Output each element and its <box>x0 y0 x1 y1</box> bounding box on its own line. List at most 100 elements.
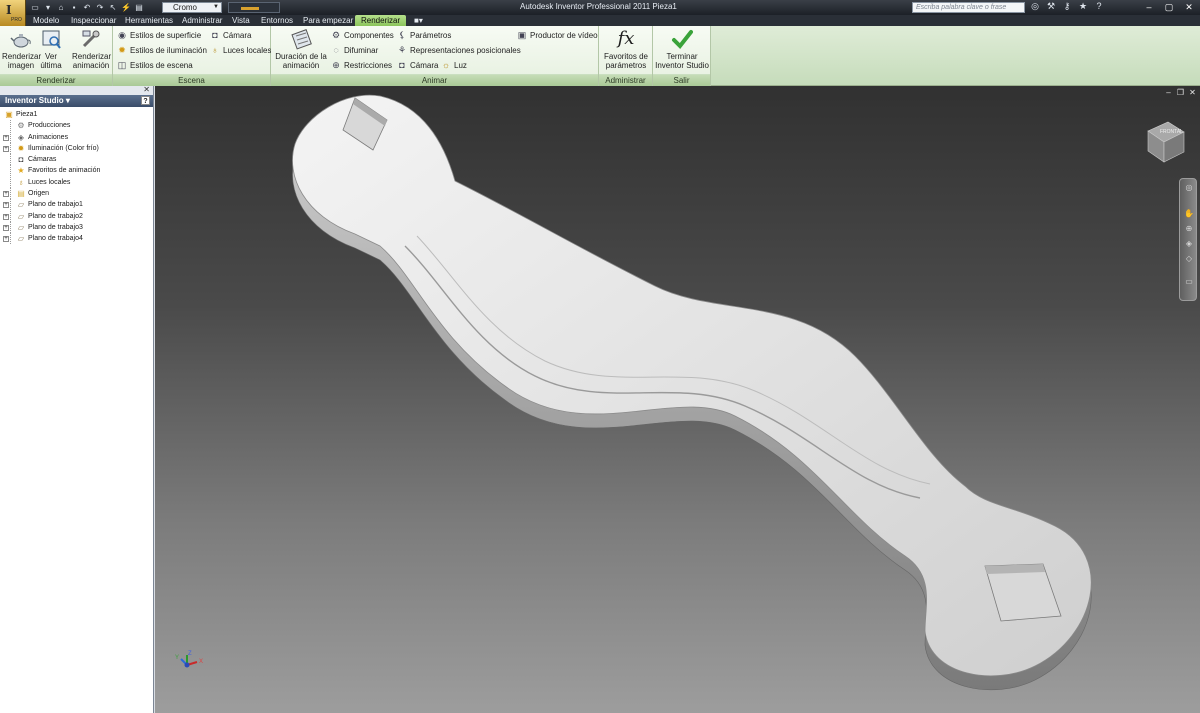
fade-label: Difuminar <box>344 46 379 55</box>
render-animation-button[interactable]: Renderizar animación <box>72 28 112 70</box>
minimize-icon[interactable]: – <box>1140 1 1158 13</box>
surface-styles-label: Estilos de superficie <box>130 31 202 40</box>
tab-inspeccionar[interactable]: Inspeccionar <box>71 15 116 26</box>
expand-toggle[interactable]: + <box>3 145 9 152</box>
look-icon[interactable]: ◇ <box>1183 254 1195 263</box>
star-icon[interactable]: ★ <box>1078 1 1088 13</box>
browser-item-label: Origen <box>28 190 50 198</box>
camera-label: Cámara <box>223 31 252 40</box>
animate-camera-button[interactable]: ◘ Cámara <box>397 60 438 71</box>
positional-reps-icon: ⚘ <box>397 45 407 55</box>
browser-item-label: Plano de trabajo3 <box>28 223 83 231</box>
tree-connector <box>10 199 11 211</box>
close-icon[interactable]: ✕ <box>143 85 150 94</box>
browser-item[interactable]: + ◈ Animaciones <box>0 131 153 143</box>
browser-help-button[interactable]: ? <box>141 96 150 105</box>
finish-studio-button[interactable]: Terminar Inventor Studio <box>654 28 710 70</box>
constraints-button[interactable]: ⊕ Restricciones <box>331 60 392 71</box>
local-lights-label: Luces locales <box>223 46 272 55</box>
panel-renderizar: Renderizar imagen Ver última Renderizar … <box>0 26 113 86</box>
fx-icon: fx <box>617 28 635 49</box>
expand-toggle[interactable]: + <box>3 134 9 141</box>
panel-title-renderizar: Renderizar <box>0 75 112 86</box>
viewcube[interactable]: FRONTAL <box>1138 116 1188 166</box>
tab-entornos[interactable]: Entornos <box>261 15 293 26</box>
surface-styles-button[interactable]: ◉ Estilos de superficie <box>117 30 201 41</box>
steering-wheel-icon[interactable]: ◎ <box>1183 183 1195 192</box>
triad-x-label: X <box>199 659 203 665</box>
bulb-icon: ♁ <box>211 45 219 55</box>
animation-duration-button[interactable]: Duración de la animación <box>273 28 329 70</box>
scene-styles-button[interactable]: ◫ Estilos de escena <box>117 60 193 71</box>
tools-icon[interactable]: ⚒ <box>1046 1 1056 13</box>
orbit-icon[interactable]: ◈ <box>1183 239 1195 248</box>
browser-item[interactable]: ◘ Cámaras <box>0 154 153 166</box>
redo-icon[interactable]: ↷ <box>95 3 105 13</box>
help-icon[interactable]: ? <box>1094 1 1104 13</box>
expand-toggle[interactable]: + <box>3 202 9 209</box>
browser-item[interactable]: ★ Favoritos de animación <box>0 165 153 177</box>
sheet-icon[interactable]: ▤ <box>134 3 144 13</box>
update-icon[interactable]: ⚡ <box>121 3 131 13</box>
tab-para-empezar[interactable]: Para empezar <box>303 15 353 26</box>
lighting-styles-button[interactable]: ✹ Estilos de iluminación <box>117 45 207 56</box>
open-folder-icon[interactable]: ⌂ <box>56 3 66 13</box>
tab-modelo[interactable]: Modelo <box>33 15 59 26</box>
positional-reps-button[interactable]: ⚘ Representaciones posicionales <box>397 45 521 56</box>
color-combo[interactable] <box>228 2 280 13</box>
fade-button[interactable]: ◌ Difuminar <box>331 45 378 56</box>
components-button[interactable]: ⚙ Componentes <box>331 30 394 41</box>
wrench-model[interactable] <box>155 86 1200 713</box>
undo-icon[interactable]: ↶ <box>82 3 92 13</box>
new-icon[interactable]: ▭ <box>30 3 40 13</box>
tree-connector <box>10 176 11 188</box>
browser-header[interactable]: Inventor Studio ▾ ? <box>0 95 153 107</box>
search-input[interactable]: Escriba palabra clave o frase <box>912 2 1025 13</box>
browser-item[interactable]: + ▤ Origen <box>0 188 153 200</box>
view-last-button[interactable]: Ver última <box>35 28 67 70</box>
maximize-icon[interactable]: ▢ <box>1160 1 1178 13</box>
close-icon[interactable]: ✕ <box>1180 1 1198 13</box>
expand-toggle[interactable]: + <box>3 236 9 243</box>
open-icon[interactable]: ▾ <box>43 3 53 13</box>
favorite-parameters-button[interactable]: fx Favoritos de parámetros <box>600 28 652 70</box>
local-lights-button[interactable]: ♁ Luces locales <box>210 45 272 56</box>
bulb-icon: ☼ <box>441 60 451 70</box>
browser-item[interactable]: ▣ Pieza1 <box>0 109 153 120</box>
browser-item[interactable]: + ✹ Iluminación (Color frío) <box>0 142 153 154</box>
browser-item[interactable]: + ▱ Plano de trabajo4 <box>0 233 153 245</box>
components-icon: ⚙ <box>331 30 341 40</box>
browser-item[interactable]: ♁ Luces locales <box>0 176 153 188</box>
select-icon[interactable]: ↖ <box>108 3 118 13</box>
camera-button[interactable]: ◘ Cámara <box>210 30 251 41</box>
binoculars-icon[interactable]: ◎ <box>1030 1 1040 13</box>
tab-administrar[interactable]: Administrar <box>182 15 222 26</box>
parameters-button[interactable]: ⚸ Parámetros <box>397 30 452 41</box>
browser-item[interactable]: + ▱ Plano de trabajo2 <box>0 210 153 222</box>
zoom-icon[interactable]: ⊕ <box>1183 224 1195 233</box>
expand-toggle[interactable]: + <box>3 224 9 231</box>
browser-item[interactable]: + ▱ Plano de trabajo3 <box>0 221 153 233</box>
triad-z-label: Z <box>188 651 192 657</box>
render-animation-label: Renderizar animación <box>72 52 112 70</box>
expand-toggle[interactable]: + <box>3 213 9 220</box>
application-menu-button[interactable]: I PRO <box>0 0 26 26</box>
tab-renderizar[interactable]: Renderizar <box>355 15 407 26</box>
save-icon[interactable]: ▪ <box>69 3 79 13</box>
material-combo[interactable]: Cromo ▼ <box>162 2 222 13</box>
browser-item[interactable]: + ▱ Plano de trabajo1 <box>0 199 153 211</box>
video-record-icon[interactable]: ■▾ <box>414 15 423 26</box>
graphics-viewport[interactable]: – ❐ ✕ FRONTAL ◎ ✋ ⊕ ◈ ◇ ▭ X Y Z <box>155 86 1200 713</box>
tab-herramientas[interactable]: Herramientas <box>125 15 173 26</box>
nav-options-icon[interactable]: ▭ <box>1183 277 1195 286</box>
sun-icon: ✹ <box>118 45 126 55</box>
key-icon[interactable]: ⚷ <box>1062 1 1072 13</box>
tree-connector <box>10 233 11 245</box>
browser-item[interactable]: ⚙ Producciones <box>0 120 153 132</box>
scene-styles-label: Estilos de escena <box>130 61 193 70</box>
animate-light-button[interactable]: ☼ Luz <box>441 60 467 71</box>
expand-toggle[interactable]: + <box>3 191 9 198</box>
video-producer-button[interactable]: ▣ Productor de vídeo <box>517 30 598 41</box>
pan-icon[interactable]: ✋ <box>1183 209 1195 218</box>
tab-vista[interactable]: Vista <box>232 15 250 26</box>
